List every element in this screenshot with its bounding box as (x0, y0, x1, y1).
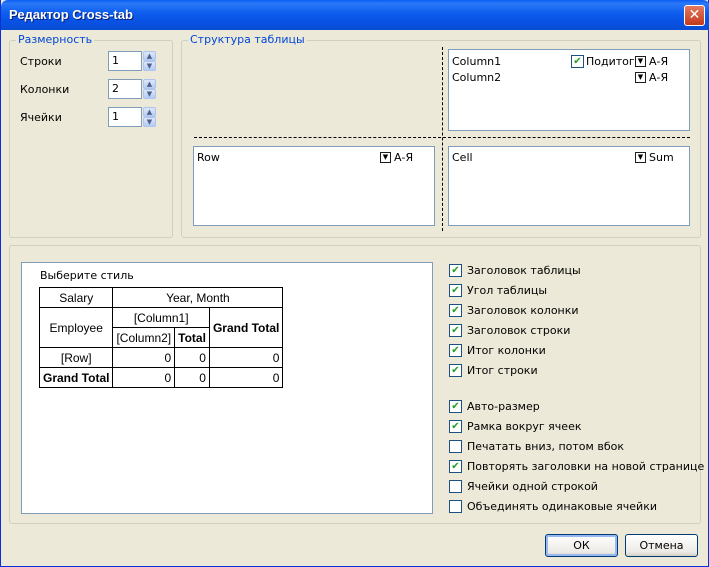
columns-value[interactable]: 2 (108, 79, 142, 99)
window-title: Редактор Cross-tab (9, 7, 133, 22)
table-corner-checkbox[interactable] (449, 284, 462, 297)
repeat-headers-checkbox[interactable] (449, 460, 462, 473)
auto-size-label: Авто-размер (467, 400, 540, 413)
row-header-label: Заголовок строки (467, 324, 571, 337)
row-sort-label: А-Я (394, 151, 414, 164)
column1-subtotals-checkbox[interactable] (571, 55, 584, 68)
print-down-label: Печатать вниз, потом вбок (467, 440, 624, 453)
row-item[interactable]: Row (197, 151, 220, 164)
style-group: Выберите стиль Salary Year, Month Employ… (9, 245, 705, 524)
column-total-label: Итог колонки (467, 344, 546, 357)
column-header-cell: Year, Month (112, 287, 284, 308)
row-header-cell: Employee (38, 307, 114, 348)
rows-down-arrow-icon[interactable]: ▼ (143, 61, 156, 71)
rows-spinner[interactable]: 1 ▲ ▼ (108, 51, 156, 71)
choose-style-label: Выберите стиль (40, 269, 134, 282)
value-cell: 0 (208, 367, 284, 388)
print-down-checkbox[interactable] (449, 440, 462, 453)
value-cell: 0 (208, 347, 284, 368)
row-sort-dropdown-icon[interactable]: ▼ (380, 152, 391, 163)
column-header-checkbox[interactable] (449, 304, 462, 317)
rows-label: Строки (20, 55, 62, 68)
style-preview-panel[interactable]: Выберите стиль Salary Year, Month Employ… (21, 262, 433, 514)
dimension-group: Размерность Строки 1 ▲ ▼ Колонки 2 ▲ ▼ Я… (9, 33, 173, 238)
structure-legend: Структура таблицы (188, 33, 307, 46)
merge-cells-label: Объединять одинаковые ячейки (467, 500, 657, 513)
grand-total-row-cell: Grand Total (38, 367, 114, 388)
table-row: Salary Year, Month (38, 287, 284, 308)
column1-item[interactable]: Column1 (452, 55, 501, 68)
cells-label: Ячейки (20, 111, 62, 124)
rows-value[interactable]: 1 (108, 51, 142, 71)
rows-up-arrow-icon[interactable]: ▲ (143, 51, 156, 61)
value-cell: 0 (174, 347, 210, 368)
repeat-headers-label: Повторять заголовки на новой странице (467, 460, 705, 473)
column2-sort-dropdown-icon[interactable]: ▼ (635, 72, 646, 83)
cell-border-label: Рамка вокруг ячеек (467, 420, 582, 433)
row-cell: [Row] (38, 347, 114, 368)
value-cell: 0 (112, 367, 176, 388)
columns-spinner[interactable]: 2 ▲ ▼ (108, 79, 156, 99)
cells-value[interactable]: 1 (108, 107, 142, 127)
cells-down-arrow-icon[interactable]: ▼ (143, 117, 156, 127)
column2-sort-label: А-Я (649, 71, 669, 84)
total-header-cell: Total (174, 327, 210, 348)
cell-func-dropdown-icon[interactable]: ▼ (635, 152, 646, 163)
cell-item[interactable]: Cell (452, 151, 473, 164)
column1-header-cell: [Column1] (112, 307, 210, 328)
table-row: Employee [Column1] Grand Total (38, 307, 284, 348)
column1-sort-label: А-Я (649, 55, 669, 68)
cell-border-checkbox[interactable] (449, 420, 462, 433)
table-row: [Row] 0 0 0 (38, 347, 284, 368)
cancel-button[interactable]: Отмена (625, 534, 698, 557)
row-total-label: Итог строки (467, 364, 538, 377)
column-total-checkbox[interactable] (449, 344, 462, 357)
table-corner-label: Угол таблицы (467, 284, 548, 297)
auto-size-checkbox[interactable] (449, 400, 462, 413)
cell-func-label: Sum (649, 151, 674, 164)
column-header-label: Заголовок колонки (467, 304, 579, 317)
dimension-legend: Размерность (16, 33, 95, 46)
structure-group: Структура таблицы Column1 Подитоги ▼ А-Я… (181, 33, 701, 238)
value-cell: 0 (112, 347, 176, 368)
row-total-checkbox[interactable] (449, 364, 462, 377)
value-cell: 0 (174, 367, 210, 388)
cells-listbox[interactable]: Cell ▼ Sum (448, 146, 690, 226)
columns-down-arrow-icon[interactable]: ▼ (143, 89, 156, 99)
table-header-label: Заголовок таблицы (467, 264, 581, 277)
columns-listbox[interactable]: Column1 Подитоги ▼ А-Я Column2 ▼ А-Я (448, 49, 690, 131)
cross-tab-editor-window: Редактор Cross-tab ✕ Размерность Строки … (0, 0, 709, 567)
table-row: Grand Total 0 0 0 (38, 367, 284, 388)
title-bar[interactable]: Редактор Cross-tab ✕ (1, 0, 709, 30)
grand-total-column-cell: Grand Total (208, 307, 284, 348)
corner-cell: Salary (38, 287, 114, 308)
crosstab-preview-table: Salary Year, Month Employee [Column1] Gr… (38, 287, 284, 388)
row-header-checkbox[interactable] (449, 324, 462, 337)
close-button[interactable]: ✕ (684, 5, 705, 26)
single-line-cells-label: Ячейки одной строкой (467, 480, 598, 493)
column2-header-cell: [Column2] (112, 327, 176, 348)
column2-item[interactable]: Column2 (452, 71, 501, 84)
structure-divider-vertical (442, 47, 443, 231)
ok-button[interactable]: ОК (545, 534, 618, 557)
merge-cells-checkbox[interactable] (449, 500, 462, 513)
single-line-cells-checkbox[interactable] (449, 480, 462, 493)
cells-spinner[interactable]: 1 ▲ ▼ (108, 107, 156, 127)
column1-sort-dropdown-icon[interactable]: ▼ (635, 56, 646, 67)
columns-up-arrow-icon[interactable]: ▲ (143, 79, 156, 89)
columns-label: Колонки (20, 83, 70, 96)
table-header-checkbox[interactable] (449, 264, 462, 277)
cells-up-arrow-icon[interactable]: ▲ (143, 107, 156, 117)
column1-subtotals-label: Подитоги (586, 55, 642, 68)
rows-listbox[interactable]: Row ▼ А-Я (193, 146, 435, 226)
